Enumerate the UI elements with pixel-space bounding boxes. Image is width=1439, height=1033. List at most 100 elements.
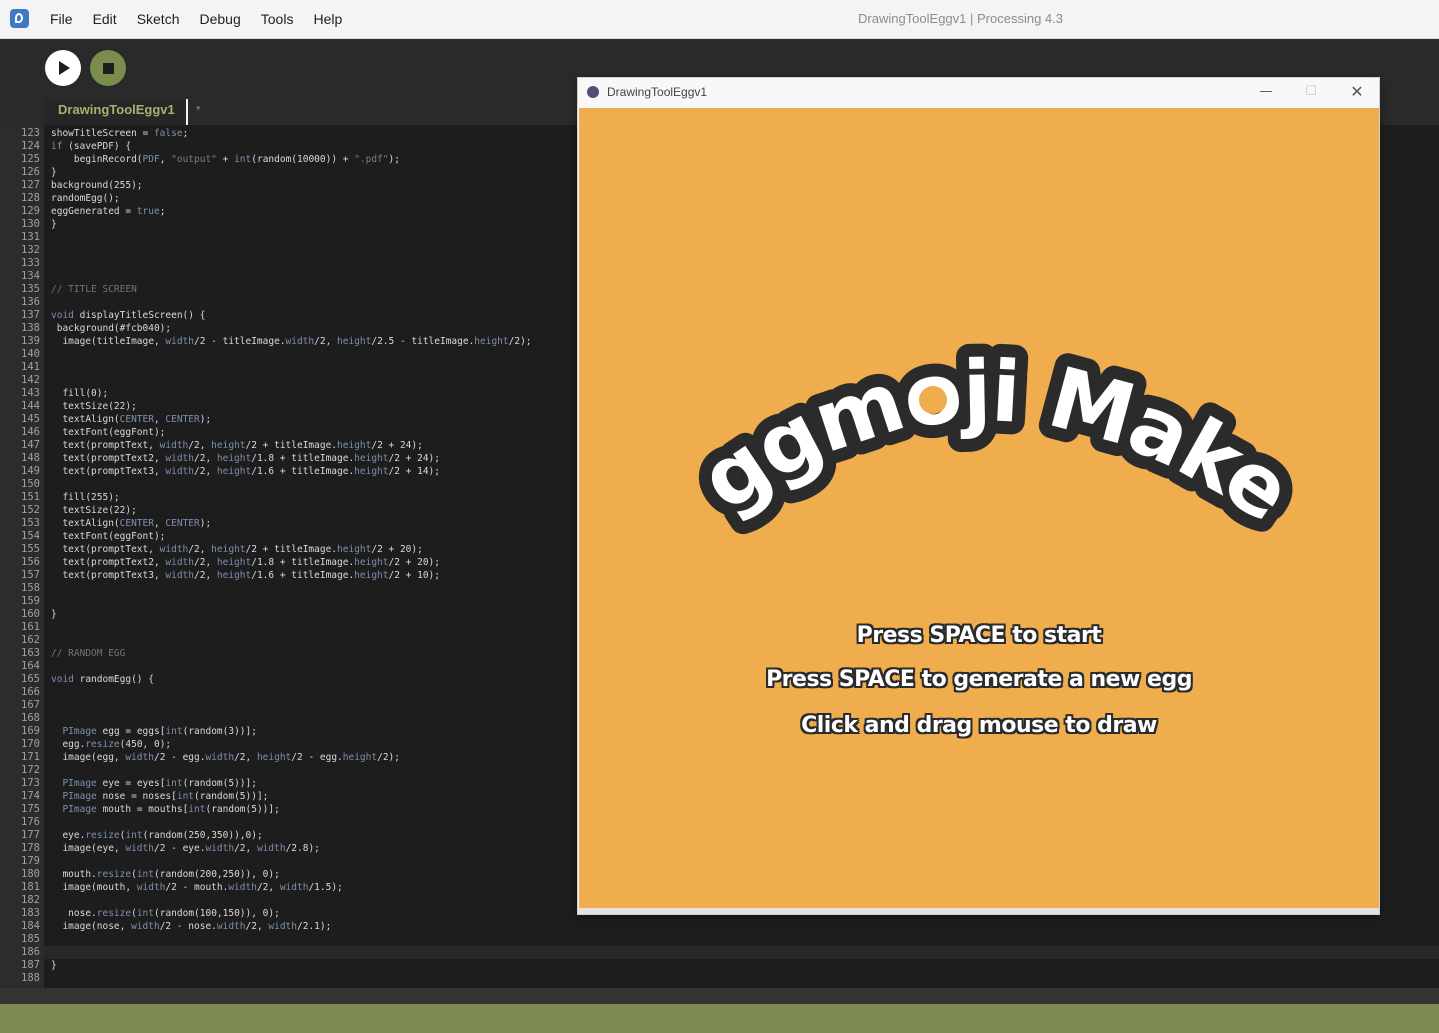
line-number: 125 — [21, 153, 40, 165]
code-line: textAlign(CENTER, CENTER); — [51, 518, 212, 529]
line-number: 126 — [21, 166, 40, 178]
current-line-highlight — [44, 946, 1439, 959]
code-line: randomEgg(); — [51, 193, 120, 204]
line-number: 150 — [21, 478, 40, 490]
tab-drawingtooleggv1[interactable]: DrawingToolEggv1 — [45, 99, 188, 125]
menu-file[interactable]: File — [50, 0, 73, 38]
editor-status-strip — [0, 988, 1439, 1004]
line-number: 172 — [21, 764, 40, 776]
code-line: text(promptText, width/2, height/2 + tit… — [51, 440, 423, 451]
line-number: 159 — [21, 595, 40, 607]
code-line: } — [51, 960, 57, 971]
line-number: 186 — [21, 946, 40, 958]
menu-items: File Edit Sketch Debug Tools Help — [50, 0, 362, 38]
menu-sketch[interactable]: Sketch — [137, 0, 180, 38]
line-number: 163 — [21, 647, 40, 659]
line-number: 167 — [21, 699, 40, 711]
line-number: 143 — [21, 387, 40, 399]
sketch-title: DrawingToolEggv1 — [607, 85, 708, 99]
line-number: 144 — [21, 400, 40, 412]
line-number: 160 — [21, 608, 40, 620]
code-line: PImage mouth = mouths[int(random(5))]; — [62, 804, 280, 815]
line-number: 131 — [21, 231, 40, 243]
line-number: 147 — [21, 439, 40, 451]
line-number: 156 — [21, 556, 40, 568]
line-number: 137 — [21, 309, 40, 321]
code-line: image(egg, width/2 - egg.width/2, height… — [51, 752, 400, 763]
stop-button[interactable] — [90, 50, 126, 86]
menubar: File Edit Sketch Debug Tools Help Drawin… — [0, 0, 1439, 39]
line-number: 179 — [21, 855, 40, 867]
code-line: mouth.resize(int(random(200,250)), 0); — [51, 869, 280, 880]
line-number: 130 — [21, 218, 40, 230]
code-line: eye.resize(int(random(250,350)),0); — [51, 830, 263, 841]
sketch-canvas[interactable]: Eggmoji Maker Eggmoji Maker Press SPACE … — [579, 108, 1379, 908]
line-number: 155 — [21, 543, 40, 555]
menu-help[interactable]: Help — [313, 0, 342, 38]
code-line: text(promptText3, width/2, height/1.6 + … — [51, 466, 440, 477]
processing-app-icon — [10, 9, 29, 28]
line-number: 158 — [21, 582, 40, 594]
prompt-generate: Press SPACE to generate a new egg — [766, 667, 1192, 692]
code-line: background(255); — [51, 180, 143, 191]
sketch-bottom-strip — [578, 908, 1379, 914]
code-line: // TITLE SCREEN — [51, 284, 137, 295]
line-number: 182 — [21, 894, 40, 906]
code-line: eggGenerated = true; — [51, 206, 166, 217]
line-number: 161 — [21, 621, 40, 633]
line-number: 171 — [21, 751, 40, 763]
minimize-icon[interactable]: — — [1246, 78, 1286, 106]
line-number-gutter: 123 124 125 126 127 128 129 130 131 132 133 134 135 1… — [0, 125, 44, 988]
line-number: 129 — [21, 205, 40, 217]
stop-icon — [102, 62, 114, 74]
close-icon[interactable]: ✕ — [1337, 78, 1377, 106]
code-line: // RANDOM EGG — [51, 648, 126, 659]
logo-egg-dot — [919, 386, 947, 414]
sketch-titlebar[interactable]: DrawingToolEggv1 — ☐ ✕ — [578, 78, 1379, 106]
line-number: 177 — [21, 829, 40, 841]
line-number: 188 — [21, 972, 40, 984]
code-line: textAlign(CENTER, CENTER); — [51, 414, 212, 425]
line-number: 151 — [21, 491, 40, 503]
line-number: 135 — [21, 283, 40, 295]
code-line: image(titleImage, width/2 - titleImage.w… — [51, 336, 532, 347]
line-number: 142 — [21, 374, 40, 386]
code-line: if (savePDF) { — [51, 141, 132, 152]
line-number: 178 — [21, 842, 40, 854]
code-line: } — [51, 609, 57, 620]
line-number: 134 — [21, 270, 40, 282]
eggmoji-maker-logo: Eggmoji Maker Eggmoji Maker — [579, 108, 1322, 553]
prompt-start: Press SPACE to start — [856, 623, 1102, 648]
tab-menu-arrow-icon[interactable]: ▾ — [196, 104, 201, 114]
line-number: 133 — [21, 257, 40, 269]
code-line: textSize(22); — [51, 401, 137, 412]
line-number: 164 — [21, 660, 40, 672]
line-number: 176 — [21, 816, 40, 828]
line-number: 153 — [21, 517, 40, 529]
code-line: PImage eye = eyes[int(random(5))]; — [62, 778, 257, 789]
line-number: 128 — [21, 192, 40, 204]
menu-tools[interactable]: Tools — [261, 0, 294, 38]
line-number: 154 — [21, 530, 40, 542]
logo-text: Eggmoji Maker — [579, 108, 1307, 540]
line-number: 138 — [21, 322, 40, 334]
code-line: textFont(eggFont); — [51, 531, 166, 542]
code-line: textFont(eggFont); — [51, 427, 166, 438]
code-line: void displayTitleScreen() { — [51, 310, 206, 321]
line-number: 166 — [21, 686, 40, 698]
code-line: background(#fcb040); — [51, 323, 172, 334]
sketch-app-icon — [587, 86, 599, 98]
code-line: PImage egg = eggs[int(random(3))]; — [62, 726, 257, 737]
run-button[interactable] — [45, 50, 81, 86]
maximize-icon[interactable]: ☐ — [1291, 78, 1331, 106]
line-number: 136 — [21, 296, 40, 308]
line-number: 168 — [21, 712, 40, 724]
code-line: image(eye, width/2 - eye.width/2, width/… — [51, 843, 320, 854]
line-number: 127 — [21, 179, 40, 191]
line-number: 187 — [21, 959, 40, 971]
menu-edit[interactable]: Edit — [93, 0, 117, 38]
console-status-bar — [0, 1004, 1439, 1033]
line-number: 162 — [21, 634, 40, 646]
menu-debug[interactable]: Debug — [200, 0, 241, 38]
line-number: 148 — [21, 452, 40, 464]
